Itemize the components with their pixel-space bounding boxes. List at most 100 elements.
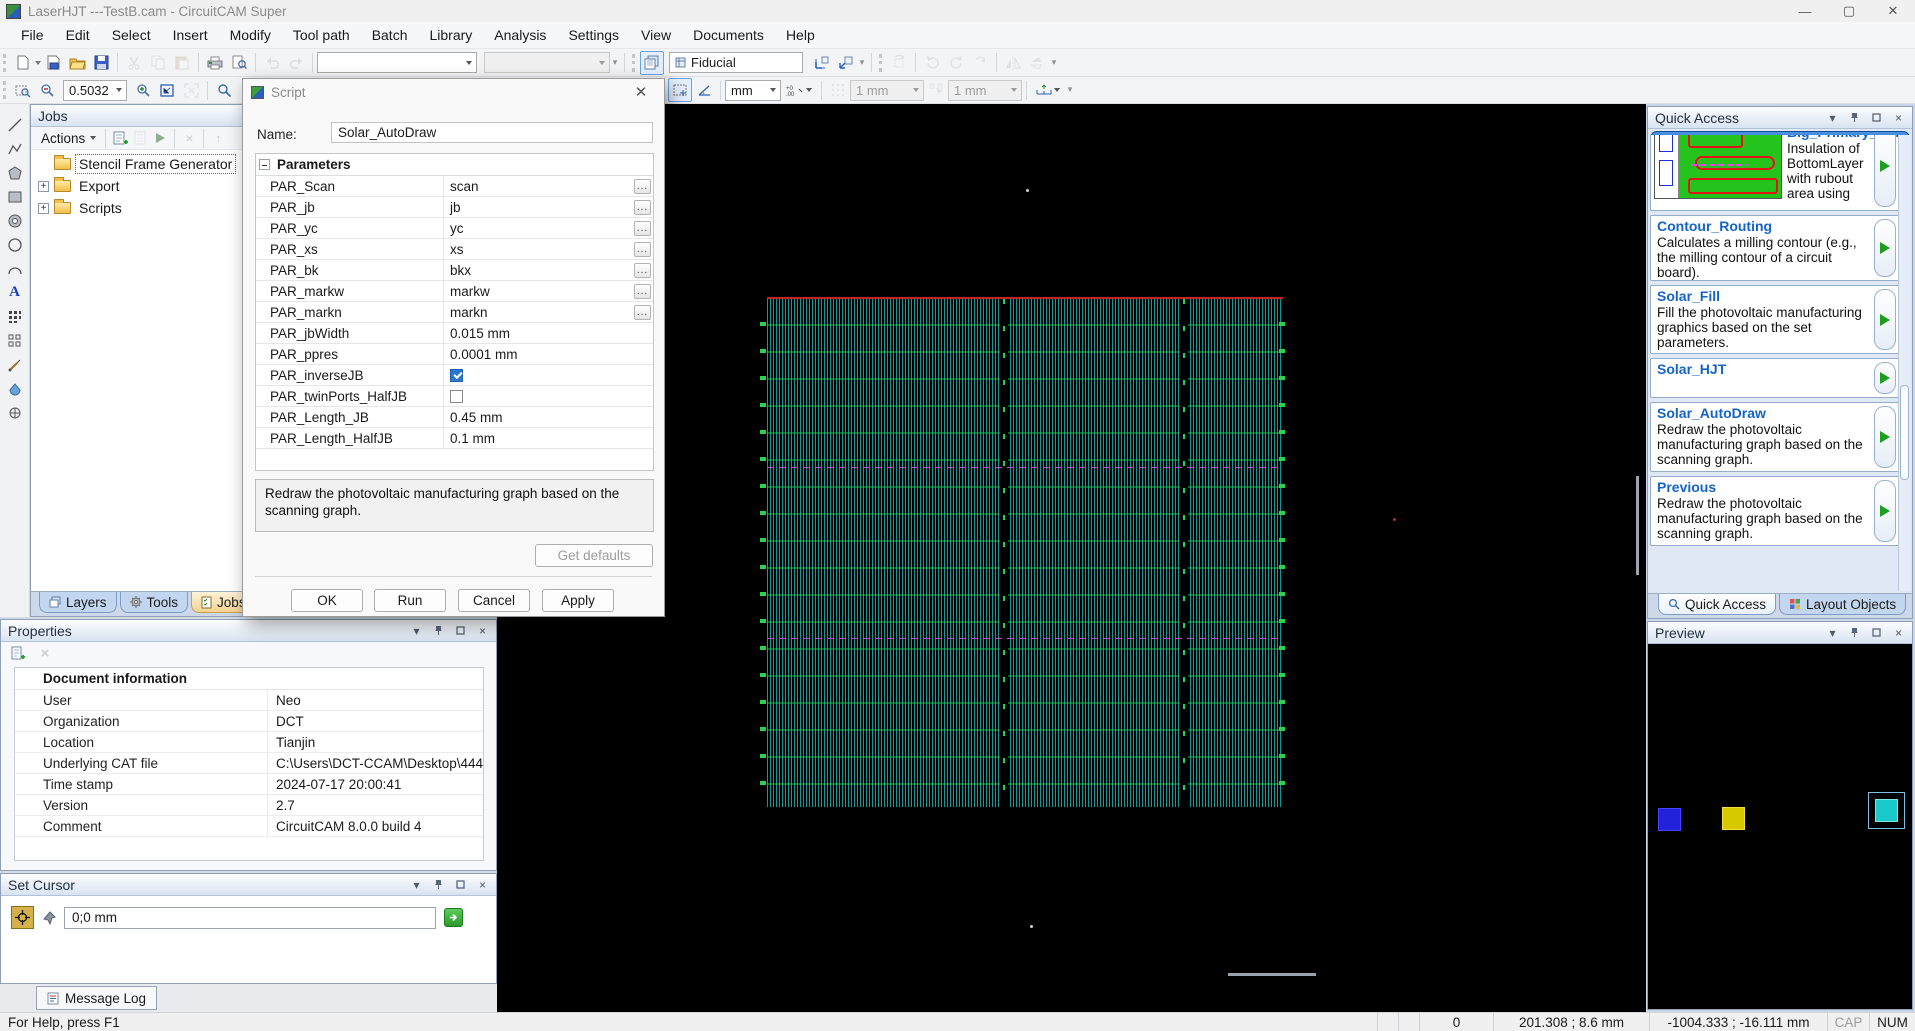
run-button[interactable]: Run <box>374 589 446 612</box>
menu-library[interactable]: Library <box>419 22 484 48</box>
move-origin-button[interactable] <box>833 51 857 75</box>
menu-view[interactable]: View <box>630 22 682 48</box>
draw-arc-tool[interactable] <box>4 260 26 277</box>
actions-button[interactable]: Actions <box>36 129 101 148</box>
browse-button[interactable]: ... <box>634 179 651 194</box>
run-script-button[interactable] <box>1874 480 1896 542</box>
angle-measure-button[interactable] <box>692 78 716 102</box>
pin-icon[interactable] <box>1848 111 1861 124</box>
menu-analysis[interactable]: Analysis <box>483 22 557 48</box>
param-row[interactable]: PAR_xsxs... <box>256 239 653 260</box>
dropdown-icon[interactable]: ▾ <box>410 878 423 891</box>
browse-button[interactable]: ... <box>634 263 651 278</box>
menu-select[interactable]: Select <box>101 22 162 48</box>
param-row[interactable]: PAR_jbjb... <box>256 197 653 218</box>
minimize-button[interactable]: — <box>1783 0 1827 22</box>
tab-quick-access[interactable]: Quick Access <box>1658 594 1776 615</box>
close-button[interactable]: ✕ <box>1871 0 1915 22</box>
checkbox-checked[interactable] <box>450 369 463 382</box>
expand-icon[interactable]: + <box>38 203 49 214</box>
delete-job-icon[interactable]: × <box>179 128 199 148</box>
zoom-in-button[interactable] <box>131 78 155 102</box>
close-icon[interactable]: × <box>476 624 489 637</box>
script-card-big-primary-small[interactable]: Big_Primary_Small Insulation of BottomLa… <box>1650 135 1900 211</box>
fiducial-combo[interactable]: Fiducial <box>669 52 803 73</box>
draw-trace-tool[interactable] <box>4 356 26 373</box>
open-button[interactable] <box>65 51 89 75</box>
zoom-fit-button[interactable] <box>155 78 179 102</box>
toolbar-overflow-icon[interactable]: ▾ <box>1049 59 1059 66</box>
browse-button[interactable]: ... <box>634 242 651 257</box>
param-row[interactable]: PAR_Scanscan... <box>256 176 653 197</box>
drill-tool[interactable] <box>4 404 26 421</box>
decimal-precision-button[interactable]: +0.00 <box>781 78 817 102</box>
param-row[interactable]: PAR_Length_JB0.45 mm <box>256 407 653 428</box>
close-icon[interactable]: × <box>1892 626 1905 639</box>
redo-icon[interactable] <box>284 51 308 75</box>
pin-icon[interactable] <box>432 624 445 637</box>
scripts-scrollbar[interactable] <box>1898 135 1910 591</box>
menu-file[interactable]: File <box>10 22 55 48</box>
measure-button[interactable] <box>1031 78 1065 102</box>
script-card-solar-hjt[interactable]: Solar_HJT <box>1650 358 1900 398</box>
maximize-icon[interactable] <box>454 624 467 637</box>
parameters-section-header[interactable]: Parameters <box>256 154 653 176</box>
layer-select-button[interactable] <box>640 51 664 75</box>
zoom-level-combo[interactable]: 0.5032 x <box>63 80 127 101</box>
menu-edit[interactable]: Edit <box>55 22 101 48</box>
pin-marker-icon[interactable] <box>42 911 56 925</box>
dropdown-icon[interactable]: ▾ <box>1826 626 1839 639</box>
menu-settings[interactable]: Settings <box>557 22 630 48</box>
toolbar-overflow-icon[interactable]: ▾ <box>1065 86 1075 93</box>
save-button[interactable] <box>89 51 113 75</box>
snap-cursor-icon[interactable] <box>924 78 948 102</box>
dropdown-icon[interactable]: ▾ <box>410 624 423 637</box>
param-row[interactable]: PAR_inverseJB <box>256 365 653 386</box>
maximize-button[interactable]: ▢ <box>1827 0 1871 22</box>
component-matrix-tool[interactable] <box>4 332 26 349</box>
set-origin-button[interactable] <box>809 51 833 75</box>
zoom-window-button[interactable] <box>11 78 35 102</box>
run-script-button[interactable] <box>1874 219 1896 277</box>
browse-button[interactable]: ... <box>634 221 651 236</box>
browse-button[interactable]: ... <box>634 305 651 320</box>
message-log-tab[interactable]: Message Log <box>36 986 157 1010</box>
param-row[interactable]: PAR_bkbkx... <box>256 260 653 281</box>
menu-batch[interactable]: Batch <box>361 22 419 48</box>
script-name-input[interactable]: Solar_AutoDraw <box>331 122 653 143</box>
horizontal-scrollbar[interactable] <box>1228 973 1316 976</box>
pin-icon[interactable] <box>1848 626 1861 639</box>
close-icon[interactable]: × <box>1892 111 1905 124</box>
unit-combo[interactable]: mm <box>725 80 781 101</box>
copper-pour-tool[interactable] <box>4 380 26 397</box>
draw-circle-tool[interactable] <box>4 236 26 253</box>
move-up-icon[interactable]: ↑ <box>208 128 228 148</box>
param-row[interactable]: PAR_ppres0.0001 mm <box>256 344 653 365</box>
cancel-button[interactable]: Cancel <box>458 589 530 612</box>
script-card-contour-routing[interactable]: Contour_Routing Calculates a milling con… <box>1650 215 1900 281</box>
zoom-out-button[interactable] <box>35 78 59 102</box>
insert-text-tool[interactable]: A <box>4 284 26 301</box>
add-info-button[interactable] <box>8 644 28 662</box>
vertical-scrollbar[interactable] <box>1636 476 1639 575</box>
menu-insert[interactable]: Insert <box>162 22 219 48</box>
apply-button[interactable]: Apply <box>542 589 614 612</box>
select-rectangle-button[interactable] <box>668 78 692 102</box>
param-row[interactable]: PAR_twinPorts_HalfJB <box>256 386 653 407</box>
apply-cursor-button[interactable] <box>444 908 463 927</box>
draw-donut-tool[interactable] <box>4 212 26 229</box>
close-icon[interactable]: × <box>476 878 489 891</box>
print-button[interactable] <box>203 51 227 75</box>
maximize-icon[interactable] <box>1870 111 1883 124</box>
save-as-button[interactable] <box>41 51 65 75</box>
toolbar-overflow-icon[interactable]: ▾ <box>857 59 867 66</box>
paste-icon[interactable] <box>170 51 194 75</box>
maximize-icon[interactable] <box>1870 626 1883 639</box>
design-canvas[interactable] <box>497 104 1646 1012</box>
run-script-button[interactable] <box>1874 406 1896 468</box>
draw-rectangle-tool[interactable] <box>4 188 26 205</box>
param-row[interactable]: PAR_markwmarkw... <box>256 281 653 302</box>
expand-icon[interactable]: + <box>38 181 49 192</box>
tab-layout-objects[interactable]: Layout Objects <box>1779 594 1906 615</box>
cursor-coordinate-input[interactable]: 0;0 mm <box>64 907 436 929</box>
